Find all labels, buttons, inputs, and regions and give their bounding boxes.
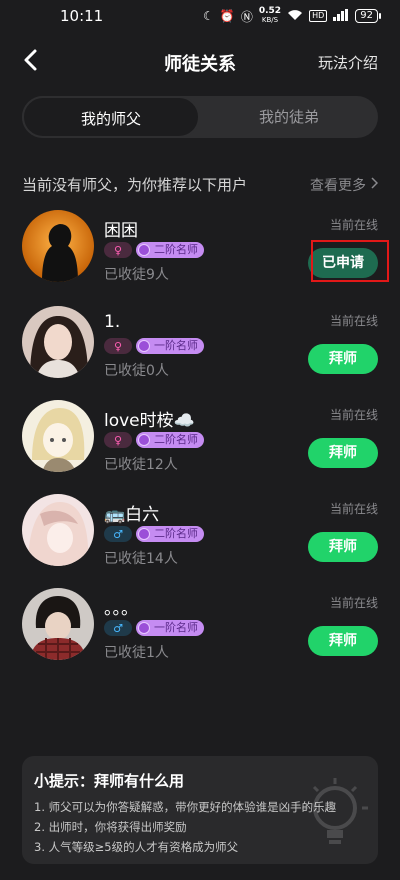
disciple-count: 已收徒1人 — [104, 645, 169, 661]
male-icon: ♂ — [104, 526, 132, 542]
medal-icon — [138, 528, 150, 540]
level-badge: 一阶名师 — [136, 620, 204, 636]
user-badges: ♂ 一阶名师 — [104, 620, 204, 636]
header: 师徒关系 玩法介绍 — [0, 40, 400, 84]
medal-icon — [138, 434, 150, 446]
online-status: 当前在线 — [329, 218, 378, 232]
chevron-right-icon — [370, 177, 379, 193]
status-bar: 10:11 ☾ ⏰ Ⓝ 0.52 KB/S HD 92 — [0, 0, 400, 32]
online-status: 当前在线 — [329, 502, 378, 516]
user-badges: ♀ 二阶名师 — [104, 242, 204, 258]
disciple-count: 已收徒14人 — [104, 551, 178, 567]
user-row[interactable]: love时桉☁️ ♀ 二阶名师 已收徒12人 当前在线 拜师 — [0, 400, 400, 494]
apprentice-button[interactable]: 拜师 — [308, 344, 378, 374]
section-title: 当前没有师父，为你推荐以下用户 — [22, 176, 248, 194]
avatar[interactable] — [22, 306, 94, 378]
avatar[interactable] — [22, 210, 94, 282]
user-row[interactable]: 困困 ♀ 二阶名师 已收徒9人 当前在线 已申请 — [0, 210, 400, 304]
see-more-label: 查看更多 — [310, 178, 366, 194]
level-badge: 一阶名师 — [136, 338, 204, 354]
apprentice-button[interactable]: 拜师 — [308, 532, 378, 562]
alarm-icon: ⏰ — [219, 9, 235, 23]
online-status: 当前在线 — [329, 314, 378, 328]
segment-tabs: 我的师父 我的徒弟 — [22, 96, 378, 138]
wifi-icon — [287, 9, 303, 24]
level-badge: 二阶名师 — [136, 526, 204, 542]
disciple-count: 已收徒12人 — [104, 457, 178, 473]
status-time: 10:11 — [60, 7, 104, 25]
medal-icon — [138, 340, 150, 352]
female-icon: ♀ — [104, 242, 132, 258]
user-row[interactable]: 。。。 ♂ 一阶名师 已收徒1人 当前在线 拜师 — [0, 588, 400, 682]
status-icons: ☾ ⏰ Ⓝ 0.52 KB/S HD 92 — [203, 7, 381, 25]
apprentice-button[interactable]: 拜师 — [308, 626, 378, 656]
online-status: 当前在线 — [329, 408, 378, 422]
user-badges: ♂ 二阶名师 — [104, 526, 204, 542]
medal-icon — [138, 244, 150, 256]
apprentice-button[interactable]: 拜师 — [308, 438, 378, 468]
highlight-box — [311, 240, 389, 282]
battery-icon: 92 — [355, 9, 381, 23]
level-badge: 二阶名师 — [136, 242, 204, 258]
user-name: 1. — [104, 312, 121, 332]
tab-my-master[interactable]: 我的师父 — [22, 96, 200, 138]
avatar[interactable] — [22, 494, 94, 566]
level-label: 一阶名师 — [154, 621, 198, 634]
male-icon: ♂ — [104, 620, 132, 636]
avatar[interactable] — [22, 588, 94, 660]
net-speed-value: 0.52 — [258, 6, 282, 16]
disciple-count: 已收徒9人 — [104, 267, 169, 283]
user-name: 🚌白六 — [104, 505, 160, 525]
moon-icon: ☾ — [203, 9, 214, 23]
signal-icon — [333, 8, 349, 24]
disciple-count: 已收徒0人 — [104, 363, 169, 379]
medal-icon — [138, 622, 150, 634]
rules-link[interactable]: 玩法介绍 — [318, 52, 378, 73]
user-badges: ♀ 二阶名师 — [104, 432, 204, 448]
female-icon: ♀ — [104, 338, 132, 354]
user-name: love时桉☁️ — [104, 411, 195, 431]
tips-card: 小提示：拜师有什么用 1. 师父可以为你答疑解惑，带你更好的体验谁是凶手的乐趣 … — [22, 756, 378, 864]
hd-badge: HD — [309, 10, 328, 22]
net-speed-unit: KB/S — [261, 16, 279, 24]
nfc-icon: Ⓝ — [240, 9, 253, 24]
user-name: 困困 — [104, 221, 138, 241]
level-badge: 二阶名师 — [136, 432, 204, 448]
user-name: 。。。 — [104, 599, 138, 619]
user-row[interactable]: 🚌白六 ♂ 二阶名师 已收徒14人 当前在线 拜师 — [0, 494, 400, 588]
online-status: 当前在线 — [329, 596, 378, 610]
lightbulb-icon — [300, 776, 370, 856]
tab-my-disciples[interactable]: 我的徒弟 — [200, 96, 378, 138]
avatar[interactable] — [22, 400, 94, 472]
user-row[interactable]: 1. ♀ 一阶名师 已收徒0人 当前在线 拜师 — [0, 306, 400, 400]
level-label: 二阶名师 — [154, 527, 198, 540]
net-speed: 0.52 KB/S — [259, 7, 281, 25]
see-more-link[interactable]: 查看更多 — [310, 175, 379, 195]
female-icon: ♀ — [104, 432, 132, 448]
user-badges: ♀ 一阶名师 — [104, 338, 204, 354]
level-label: 二阶名师 — [154, 433, 198, 446]
level-label: 二阶名师 — [154, 243, 198, 256]
level-label: 一阶名师 — [154, 339, 198, 352]
